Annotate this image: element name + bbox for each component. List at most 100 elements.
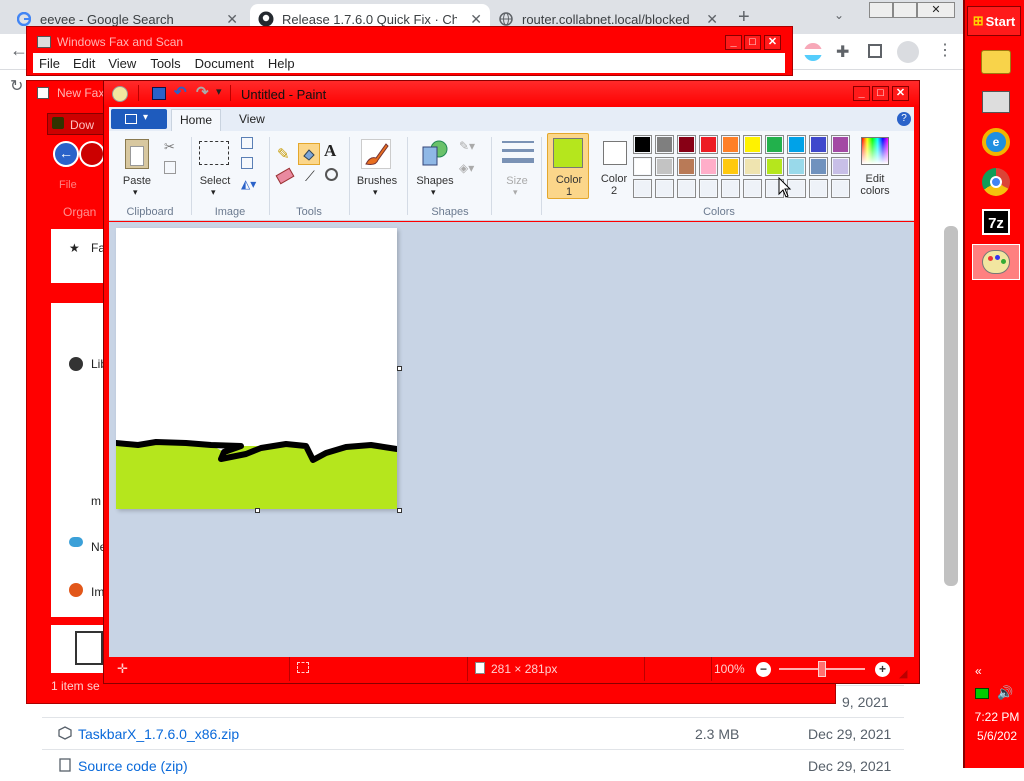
palette-swatch[interactable] bbox=[743, 157, 762, 176]
close-tab-icon[interactable]: ✕ bbox=[220, 11, 238, 28]
fax-maximize-icon[interactable]: □ bbox=[744, 35, 761, 50]
palette-swatch[interactable] bbox=[787, 135, 806, 154]
extension-flag-icon[interactable] bbox=[804, 43, 822, 61]
pencil-icon[interactable]: ✎ bbox=[277, 145, 290, 163]
taskbar-fax[interactable] bbox=[972, 84, 1020, 120]
palette-empty-swatch[interactable] bbox=[633, 179, 652, 198]
network-tray-icon[interactable] bbox=[975, 688, 989, 699]
explorer-menu-file[interactable]: File bbox=[59, 179, 77, 191]
back-arrow-icon[interactable]: ← bbox=[53, 141, 79, 167]
palette-swatch[interactable] bbox=[743, 135, 762, 154]
paint-minimize-icon[interactable]: _ bbox=[853, 86, 870, 101]
save-icon[interactable] bbox=[152, 87, 166, 100]
help-icon[interactable]: ? bbox=[897, 112, 911, 126]
tray-clock[interactable]: 7:22 PM bbox=[969, 710, 1024, 724]
size-button[interactable]: Size ▾ bbox=[497, 137, 537, 199]
taskbar-7zip[interactable]: 7z bbox=[972, 204, 1020, 240]
palette-empty-swatch[interactable] bbox=[721, 179, 740, 198]
eraser-icon[interactable] bbox=[275, 167, 295, 185]
minimize-icon[interactable] bbox=[869, 2, 893, 18]
paint-close-icon[interactable]: ✕ bbox=[892, 86, 909, 101]
asset-link[interactable]: TaskbarX_1.7.6.0_x86.zip bbox=[78, 726, 239, 742]
resize-icon[interactable] bbox=[241, 157, 253, 169]
palette-swatch[interactable] bbox=[831, 135, 850, 154]
menu-file[interactable]: File bbox=[39, 56, 60, 71]
asset-link[interactable]: Source code (zip) bbox=[78, 758, 188, 774]
drawing-canvas[interactable] bbox=[116, 228, 397, 509]
magnifier-icon[interactable] bbox=[325, 168, 338, 181]
menu-tools[interactable]: Tools bbox=[150, 56, 180, 71]
palette-empty-swatch[interactable] bbox=[677, 179, 696, 198]
palette-swatch[interactable] bbox=[677, 135, 696, 154]
resize-handle-bottom[interactable] bbox=[255, 508, 260, 513]
fill-icon[interactable]: ◈▾ bbox=[459, 161, 474, 175]
palette-empty-swatch[interactable] bbox=[655, 179, 674, 198]
paste-button[interactable]: Paste ▾ bbox=[117, 137, 157, 199]
menu-dots-icon[interactable]: ⋮ bbox=[937, 40, 953, 60]
palette-swatch[interactable] bbox=[677, 157, 696, 176]
organize-button[interactable]: Organ bbox=[63, 205, 96, 219]
fax-minimize-icon[interactable]: _ bbox=[725, 35, 742, 50]
palette-swatch[interactable] bbox=[809, 135, 828, 154]
palette-empty-swatch[interactable] bbox=[743, 179, 762, 198]
tray-date[interactable]: 5/6/202 bbox=[969, 729, 1024, 743]
nav-homegroup[interactable]: m bbox=[91, 494, 101, 508]
color2-button[interactable]: Color 2 bbox=[593, 133, 635, 199]
volume-icon[interactable]: 🔊 bbox=[997, 685, 1013, 701]
close-window-icon[interactable]: ✕ bbox=[917, 2, 955, 18]
download-row[interactable]: Source code (zip) Dec 29, 2021 bbox=[42, 749, 904, 781]
taskbar-explorer[interactable] bbox=[972, 44, 1020, 80]
brushes-button[interactable]: Brushes ▾ bbox=[355, 137, 399, 199]
menu-help[interactable]: Help bbox=[268, 56, 295, 71]
profile-icon[interactable] bbox=[897, 41, 919, 63]
palette-swatch[interactable] bbox=[831, 157, 850, 176]
shapes-button[interactable]: Shapes ▾ bbox=[413, 137, 457, 199]
palette-swatch[interactable] bbox=[809, 157, 828, 176]
zoom-in-button[interactable]: + bbox=[875, 662, 890, 677]
color1-button[interactable]: Color 1 bbox=[547, 133, 589, 199]
quick-access-dropdown-icon[interactable]: ▾ bbox=[216, 85, 222, 98]
reload-icon[interactable]: ↻ bbox=[10, 76, 23, 96]
redo-icon[interactable]: ↷ bbox=[196, 83, 209, 101]
crop-icon[interactable] bbox=[241, 137, 253, 149]
copy-icon[interactable] bbox=[164, 161, 176, 174]
forward-arrow-icon[interactable] bbox=[79, 141, 105, 167]
taskbar-ie[interactable]: e bbox=[972, 124, 1020, 160]
palette-swatch[interactable] bbox=[633, 135, 652, 154]
resize-handle-corner[interactable] bbox=[397, 508, 402, 513]
tab-home[interactable]: Home bbox=[171, 109, 221, 131]
page-scrollbar[interactable] bbox=[944, 226, 958, 586]
side-panel-icon[interactable] bbox=[868, 44, 882, 58]
palette-empty-swatch[interactable] bbox=[699, 179, 718, 198]
menu-view[interactable]: View bbox=[108, 56, 136, 71]
fax-close-icon[interactable]: ✕ bbox=[764, 35, 781, 50]
paint-menu-button[interactable]: ▾ bbox=[111, 109, 167, 129]
start-button[interactable]: ⊞ Start bbox=[967, 6, 1021, 36]
tab-search-icon[interactable]: ⌄ bbox=[834, 8, 844, 22]
text-tool-icon[interactable]: A bbox=[324, 141, 336, 161]
palette-empty-swatch[interactable] bbox=[809, 179, 828, 198]
download-row[interactable]: TaskbarX_1.7.6.0_x86.zip 2.3 MB Dec 29, … bbox=[42, 717, 904, 749]
palette-swatch[interactable] bbox=[765, 157, 784, 176]
tray-chevron[interactable]: « bbox=[975, 664, 982, 678]
palette-swatch[interactable] bbox=[633, 157, 652, 176]
color-picker-icon[interactable]: ⟋ bbox=[305, 168, 315, 185]
close-tab-icon[interactable]: ✕ bbox=[700, 11, 718, 28]
palette-swatch[interactable] bbox=[721, 135, 740, 154]
palette-swatch[interactable] bbox=[765, 135, 784, 154]
fill-bucket-icon[interactable] bbox=[298, 143, 320, 165]
paint-maximize-icon[interactable]: □ bbox=[872, 86, 889, 101]
palette-swatch[interactable] bbox=[655, 157, 674, 176]
tab-view[interactable]: View bbox=[239, 112, 265, 126]
nav-selected-item[interactable] bbox=[51, 283, 111, 303]
puzzle-icon[interactable]: ✚ bbox=[836, 42, 849, 62]
zoom-slider-thumb[interactable] bbox=[818, 661, 826, 677]
palette-swatch[interactable] bbox=[699, 157, 718, 176]
zoom-out-button[interactable]: − bbox=[756, 662, 771, 677]
rotate-icon[interactable]: ◭▾ bbox=[241, 177, 256, 191]
address-bar[interactable]: Dow bbox=[47, 113, 107, 135]
palette-swatch[interactable] bbox=[721, 157, 740, 176]
cut-icon[interactable]: ✂ bbox=[164, 139, 175, 155]
restore-icon[interactable] bbox=[893, 2, 917, 18]
undo-icon[interactable]: ↶ bbox=[174, 83, 187, 101]
